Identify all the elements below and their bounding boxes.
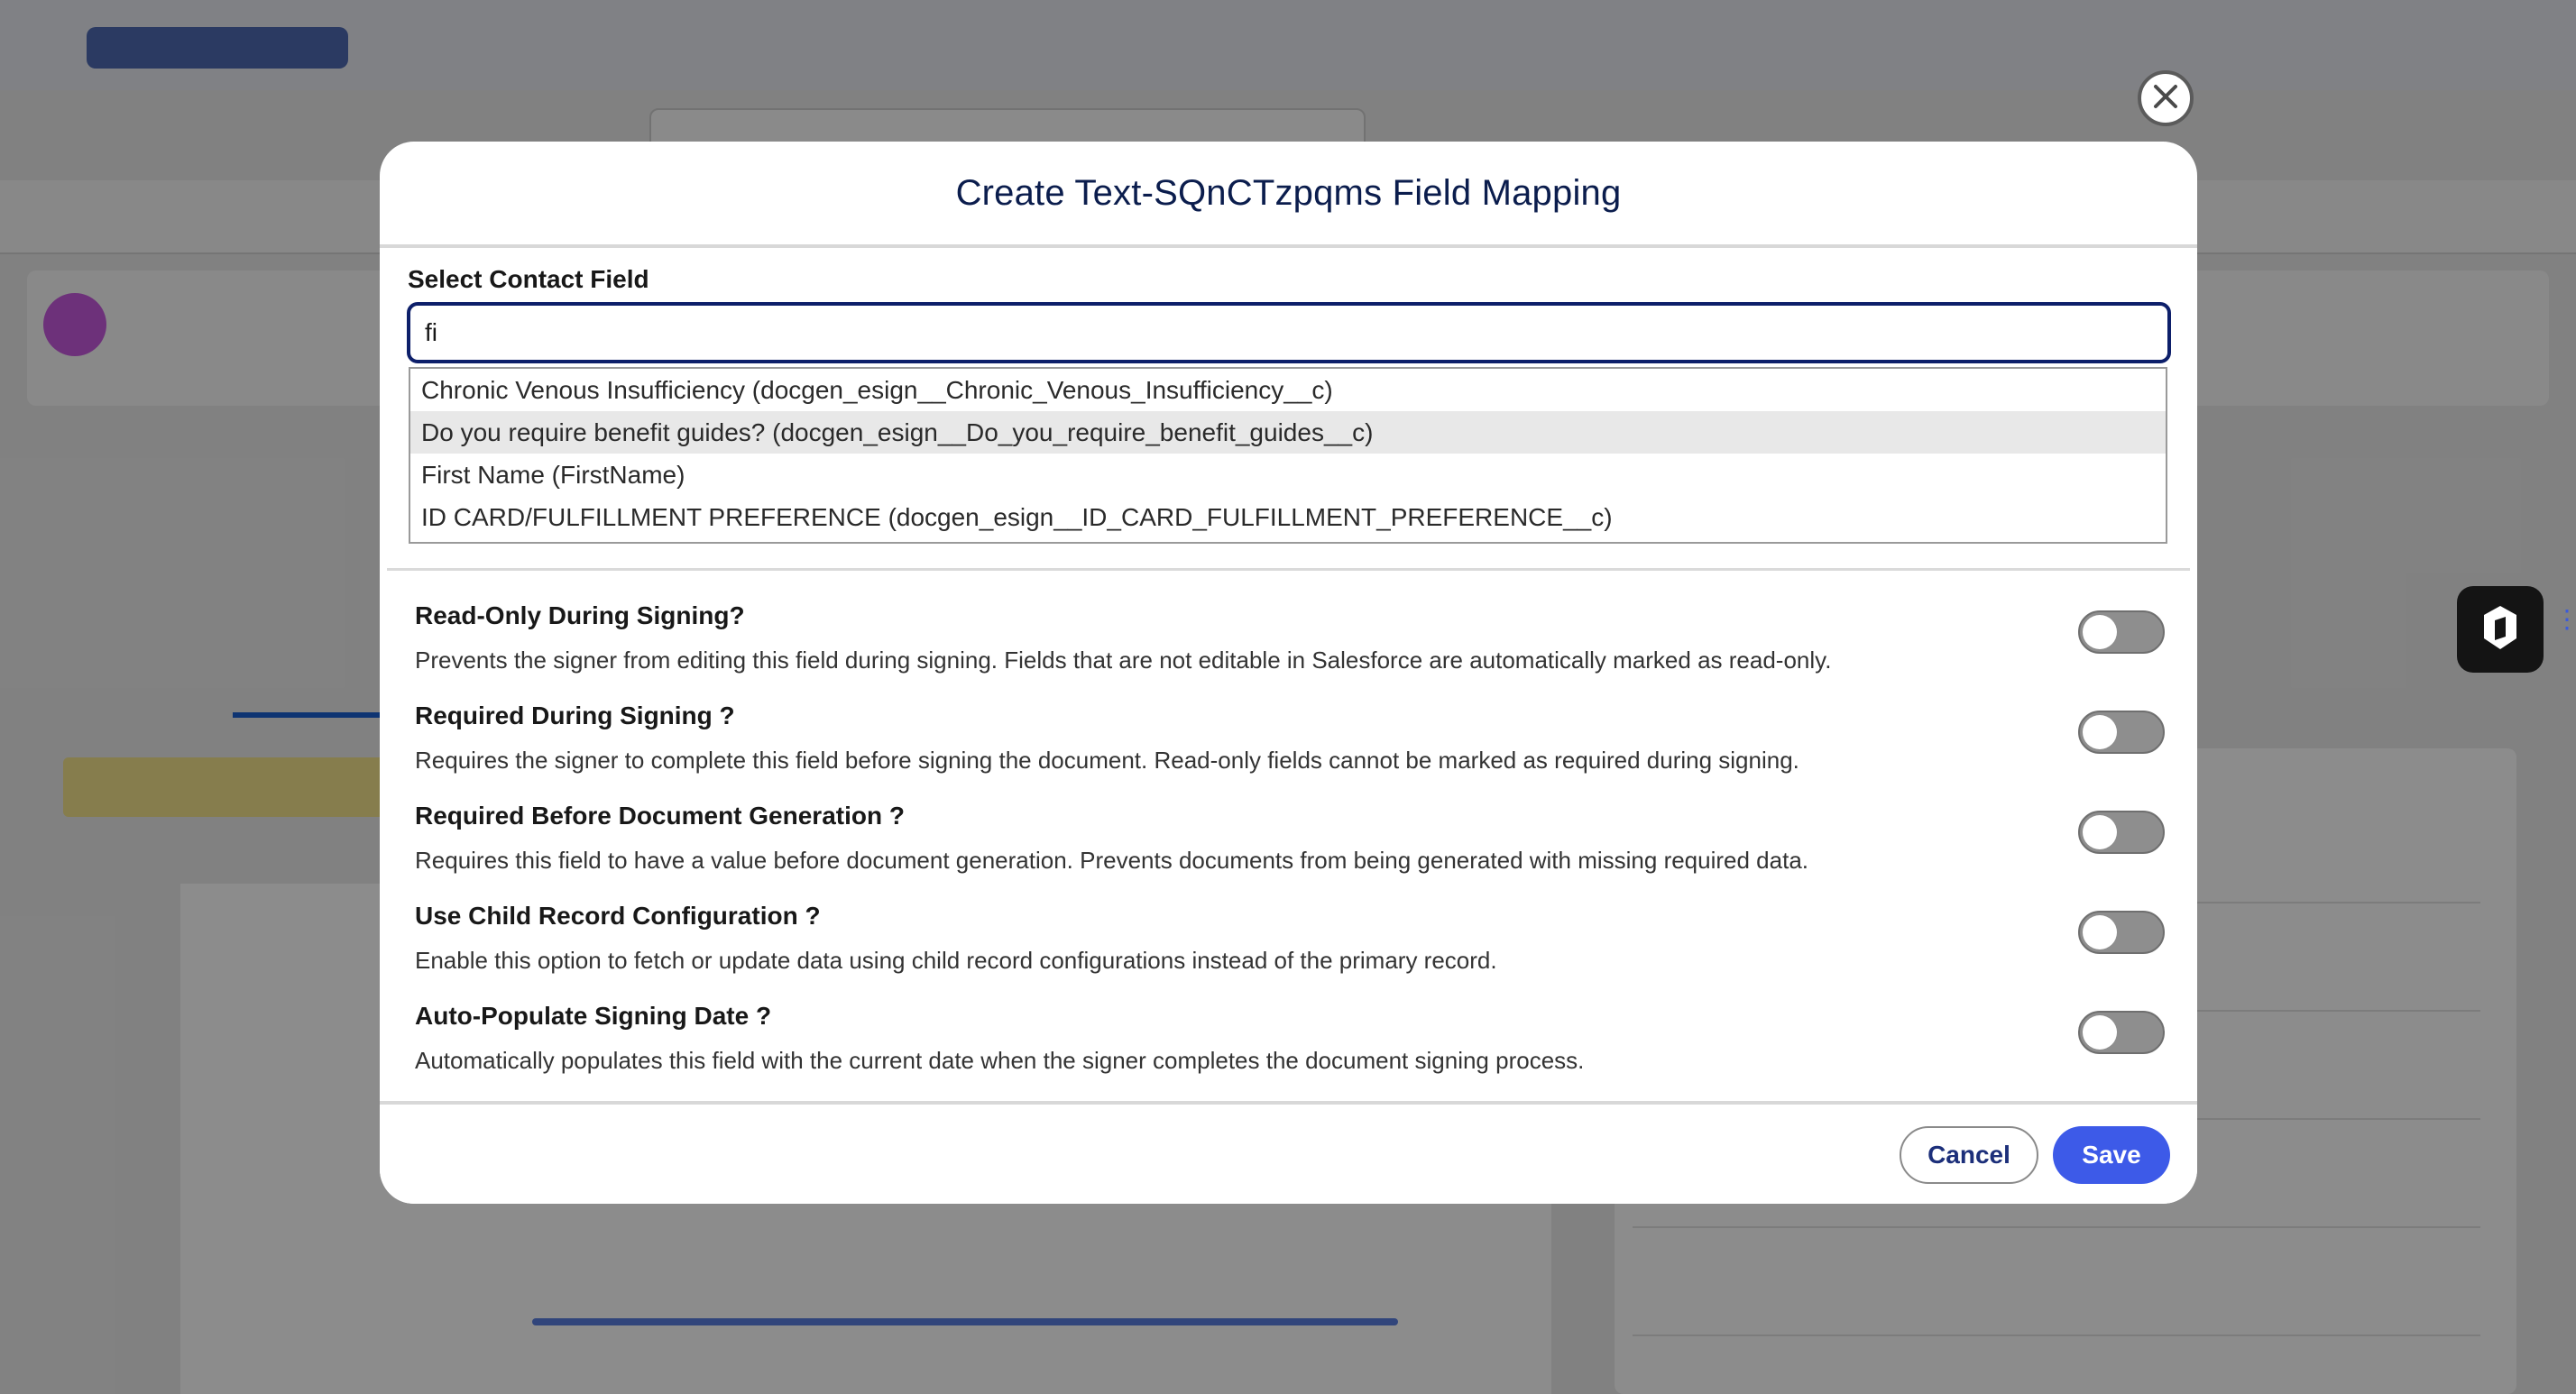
option-title: Use Child Record Configuration ?: [415, 902, 821, 930]
contact-field-label: Select Contact Field: [408, 265, 649, 293]
required-generation-toggle[interactable]: [2078, 811, 2165, 854]
modal-title: Create Text-SQnCTzpqms Field Mapping: [955, 172, 1622, 213]
option-description: Prevents the signer from editing this fi…: [415, 647, 1832, 674]
dropdown-option[interactable]: Chronic Venous Insufficiency (docgen_esi…: [410, 369, 2166, 411]
drag-handle-icon[interactable]: ⋮⋮: [2554, 607, 2576, 646]
contact-field-search-input[interactable]: [407, 302, 2171, 363]
option-title: Required Before Document Generation ?: [415, 802, 905, 830]
shield-icon: [2480, 604, 2520, 656]
option-description: Requires this field to have a value befo…: [415, 847, 1809, 874]
read-only-toggle[interactable]: [2078, 610, 2165, 654]
section-divider: [387, 568, 2190, 571]
modal-footer: Cancel Save: [380, 1101, 2197, 1204]
option-title: Read-Only During Signing?: [415, 601, 745, 629]
toggle-knob: [2083, 615, 2117, 649]
close-button[interactable]: [2138, 70, 2194, 126]
option-title: Auto-Populate Signing Date ?: [415, 1002, 772, 1030]
close-icon: [2152, 83, 2179, 115]
toggle-knob: [2083, 1015, 2117, 1050]
child-record-toggle[interactable]: [2078, 911, 2165, 954]
option-required-signing: Required During Signing ? Requires the s…: [415, 702, 2165, 801]
toggle-knob: [2083, 715, 2117, 749]
dropdown-option-highlighted[interactable]: Do you require benefit guides? (docgen_e…: [410, 411, 2166, 454]
dropdown-option[interactable]: ID CARD/FULFILLMENT PREFERENCE (docgen_e…: [410, 496, 2166, 538]
option-read-only: Read-Only During Signing? Prevents the s…: [415, 601, 2165, 701]
modal-header: Create Text-SQnCTzpqms Field Mapping: [380, 142, 2197, 248]
option-description: Automatically populates this field with …: [415, 1047, 1585, 1074]
auto-populate-date-toggle[interactable]: [2078, 1011, 2165, 1054]
contact-field-dropdown: Chronic Venous Insufficiency (docgen_esi…: [409, 367, 2167, 544]
option-description: Enable this option to fetch or update da…: [415, 947, 1497, 974]
option-auto-populate-date: Auto-Populate Signing Date ? Automatical…: [415, 1002, 2165, 1101]
cancel-button[interactable]: Cancel: [1900, 1126, 2038, 1184]
option-required-generation: Required Before Document Generation ? Re…: [415, 802, 2165, 901]
required-signing-toggle[interactable]: [2078, 711, 2165, 754]
toggle-knob: [2083, 815, 2117, 849]
side-widget-button[interactable]: [2457, 586, 2544, 673]
save-button[interactable]: Save: [2053, 1126, 2170, 1184]
dropdown-option[interactable]: First Name (FirstName): [410, 454, 2166, 496]
toggle-knob: [2083, 915, 2117, 949]
option-title: Required During Signing ?: [415, 702, 735, 729]
field-mapping-modal: Create Text-SQnCTzpqms Field Mapping Sel…: [380, 142, 2197, 1204]
option-description: Requires the signer to complete this fie…: [415, 747, 1799, 774]
option-child-record: Use Child Record Configuration ? Enable …: [415, 902, 2165, 1001]
